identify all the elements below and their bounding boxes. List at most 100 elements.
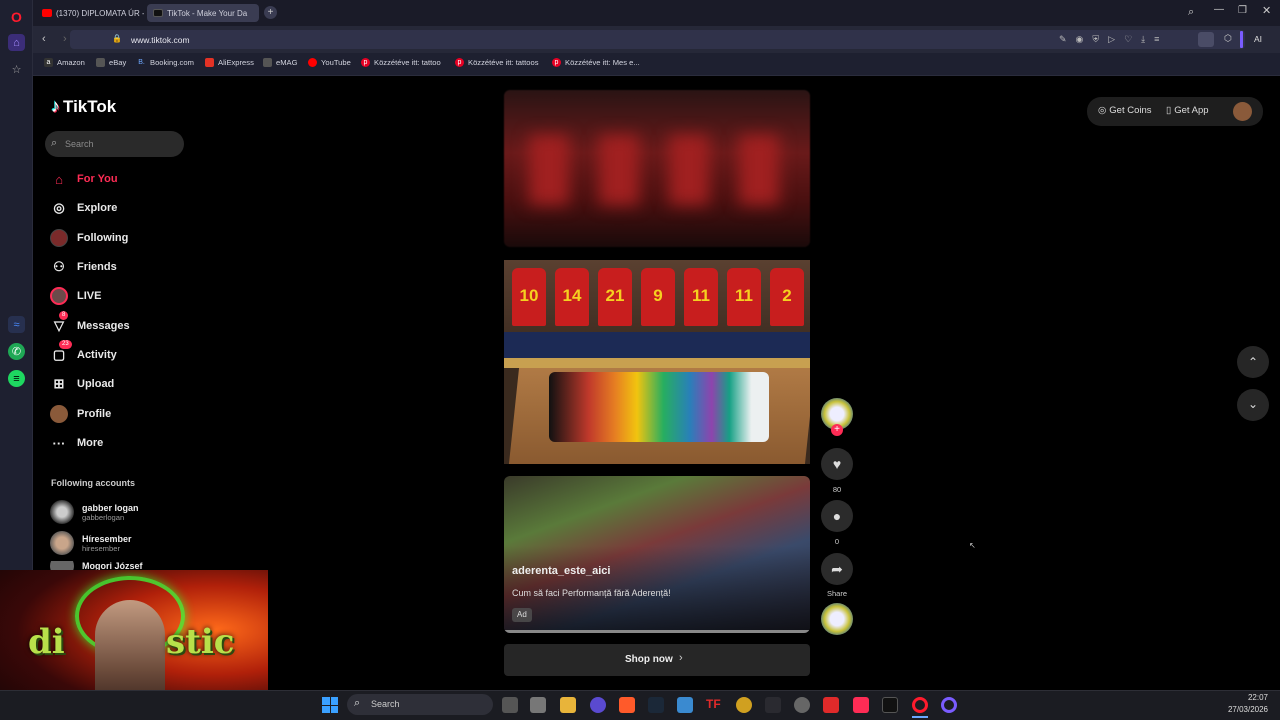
app-icon[interactable] bbox=[677, 697, 693, 713]
tab-youtube[interactable]: (1370) DIPLOMATA ÚR - Y bbox=[36, 4, 144, 22]
jersey: 11 bbox=[684, 268, 718, 326]
music-disc-icon[interactable] bbox=[821, 603, 853, 635]
forward-button[interactable]: › bbox=[63, 33, 67, 45]
brave-icon[interactable] bbox=[619, 697, 635, 713]
bookmark-ebay[interactable]: eBay bbox=[96, 58, 126, 67]
get-app-label: Get App bbox=[1174, 105, 1209, 116]
app-icon[interactable] bbox=[736, 697, 752, 713]
bookmark-label: Közzétéve itt: tattoo bbox=[374, 58, 441, 67]
nav-upload[interactable]: ⊞ Upload bbox=[50, 373, 115, 395]
task-view-icon[interactable] bbox=[502, 697, 518, 713]
tiktok-icon[interactable] bbox=[882, 697, 898, 713]
bookmark-booking[interactable]: B. Booking.com bbox=[137, 58, 194, 67]
user-avatar[interactable] bbox=[1233, 102, 1252, 121]
ad-card[interactable] bbox=[504, 476, 810, 633]
messenger-icon[interactable]: ≈ bbox=[8, 316, 25, 333]
home-icon[interactable]: ⌂ bbox=[8, 34, 25, 51]
opera-icon[interactable] bbox=[912, 697, 928, 713]
restore-button[interactable]: ❐ bbox=[1238, 5, 1247, 16]
booking-icon: B. bbox=[138, 59, 145, 66]
share-label: Share bbox=[826, 589, 847, 598]
file-explorer-icon[interactable] bbox=[560, 697, 576, 713]
bookmark-label: Amazon bbox=[57, 58, 85, 67]
chevron-right-icon: › bbox=[679, 652, 683, 664]
app-icon[interactable]: TF bbox=[706, 697, 722, 713]
new-tab-button[interactable]: + bbox=[264, 6, 277, 19]
bookmark-label: eMAG bbox=[276, 58, 298, 67]
bookmark-label: AliExpress bbox=[218, 58, 254, 67]
nav-activity[interactable]: ▢ 23 Activity bbox=[50, 340, 117, 366]
bookmark-youtube[interactable]: YouTube bbox=[308, 58, 351, 67]
nav-label: Upload bbox=[77, 378, 115, 390]
spotify-icon[interactable]: ≡ bbox=[8, 370, 25, 387]
taskbar-search[interactable] bbox=[347, 694, 493, 715]
bookmark-pinterest-1[interactable]: p Közzétéve itt: tattoo bbox=[361, 58, 441, 67]
ad-image[interactable]: 10 14 21 9 11 11 2 bbox=[504, 260, 810, 464]
share-icon: ➦ bbox=[831, 560, 843, 577]
ad-username[interactable]: aderenta_este_aici bbox=[512, 565, 610, 577]
bookmark-aliexpress[interactable]: AliExpress bbox=[205, 58, 254, 67]
avatar bbox=[50, 531, 74, 555]
avatar bbox=[50, 500, 74, 524]
following-account[interactable]: gabber logan gabberlogan bbox=[50, 500, 139, 524]
opera-logo-icon[interactable]: O bbox=[8, 8, 25, 25]
phone-icon: ▯ bbox=[1166, 105, 1172, 116]
nav-friends[interactable]: ⚇ Friends bbox=[50, 256, 117, 278]
previous-video-blurred[interactable] bbox=[504, 90, 810, 247]
nav-following[interactable]: Following bbox=[50, 227, 128, 249]
extensions-icon[interactable]: ⬡ bbox=[1224, 33, 1232, 44]
nav-for-you[interactable]: ⌂ For You bbox=[50, 168, 117, 190]
account-name: Mogori József bbox=[82, 561, 143, 570]
nav-profile[interactable]: Profile bbox=[50, 403, 111, 425]
scroll-up-button[interactable]: ⌃ bbox=[1237, 346, 1269, 378]
address-toolbar-icons[interactable]: ✎◉⛨▷♡⤓≡ bbox=[1059, 34, 1168, 45]
like-button[interactable]: ♥ bbox=[821, 448, 853, 480]
whatsapp-icon[interactable]: ✆ bbox=[8, 343, 25, 360]
app-icon[interactable] bbox=[590, 697, 606, 713]
share-button[interactable]: ➦ bbox=[821, 553, 853, 585]
app-icon[interactable] bbox=[765, 697, 781, 713]
tab-label: (1370) DIPLOMATA ÚR - Y bbox=[56, 8, 144, 18]
comment-button[interactable]: ● bbox=[821, 500, 853, 532]
app-icon[interactable] bbox=[530, 697, 546, 713]
tab-tiktok[interactable]: TikTok - Make Your Da bbox=[147, 4, 259, 22]
page-icon bbox=[263, 58, 272, 67]
nav-live[interactable]: LIVE bbox=[50, 285, 101, 307]
nav-label: Explore bbox=[77, 202, 118, 214]
search-icon: ⌕ bbox=[51, 137, 58, 149]
tiktok-logo[interactable]: ♪ TikTok bbox=[51, 96, 116, 117]
close-window-button[interactable]: ✕ bbox=[1262, 4, 1271, 17]
get-coins-button[interactable]: ◎ Get Coins bbox=[1098, 105, 1152, 116]
active-indicator bbox=[912, 716, 928, 718]
bookmark-pinterest-3[interactable]: p Közzétéve itt: Mes e... bbox=[552, 58, 640, 67]
get-app-button[interactable]: ▯ Get App bbox=[1166, 105, 1209, 116]
nav-more[interactable]: ··· More bbox=[50, 432, 104, 454]
app-icon[interactable] bbox=[941, 697, 957, 713]
avatar bbox=[50, 561, 74, 570]
search-tabs-icon[interactable]: ⌕ bbox=[1188, 6, 1194, 19]
minimize-button[interactable]: — bbox=[1214, 4, 1224, 15]
taskbar-date: 27/03/2026 bbox=[1227, 705, 1268, 714]
bookmark-emag[interactable]: eMAG bbox=[263, 58, 298, 67]
app-icon[interactable] bbox=[794, 697, 810, 713]
windows-start-icon[interactable] bbox=[322, 697, 338, 713]
steam-icon[interactable] bbox=[648, 697, 664, 713]
following-account[interactable]: Mogori József bbox=[50, 561, 143, 570]
aria-ai-button[interactable]: AI bbox=[1254, 34, 1262, 44]
friends-icon: ⚇ bbox=[53, 259, 65, 274]
back-button[interactable]: ‹ bbox=[42, 33, 46, 45]
account-handle: hiresember bbox=[82, 543, 120, 553]
tiktok-app-icon[interactable] bbox=[853, 697, 869, 713]
bookmark-amazon[interactable]: a Amazon bbox=[44, 58, 85, 67]
scroll-down-button[interactable]: ⌄ bbox=[1237, 389, 1269, 421]
bookmark-pinterest-2[interactable]: p Közzétéve itt: tattoos bbox=[455, 58, 539, 67]
profile-icon[interactable] bbox=[1198, 32, 1214, 47]
nav-messages[interactable]: ▽ 8 Messages bbox=[50, 311, 130, 337]
live-icon bbox=[50, 287, 68, 305]
follow-plus-button[interactable]: + bbox=[831, 424, 843, 436]
nav-explore[interactable]: ◎ Explore bbox=[50, 197, 117, 219]
following-account[interactable]: Híresember hiresember bbox=[50, 531, 132, 555]
star-icon[interactable]: ☆ bbox=[8, 61, 25, 78]
compass-icon: ◎ bbox=[53, 200, 65, 215]
app-icon[interactable] bbox=[823, 697, 839, 713]
